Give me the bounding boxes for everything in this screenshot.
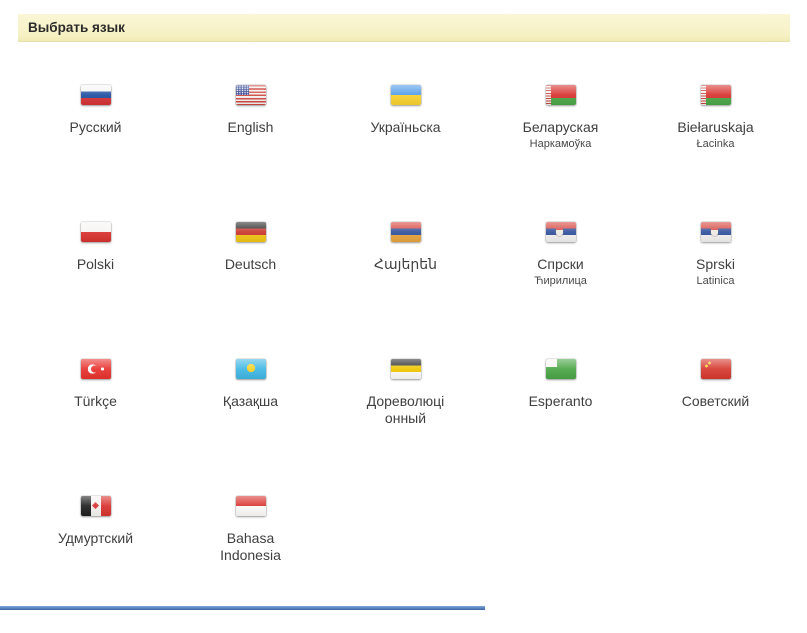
language-option-serbian-cyrillic[interactable]: Спрски Ћирилица xyxy=(483,222,638,359)
serbia-flag-icon xyxy=(545,222,576,242)
russia-flag-icon xyxy=(80,85,111,105)
language-option-russian[interactable]: Русский xyxy=(18,85,173,222)
language-label: Спрски xyxy=(537,256,584,272)
language-label: English xyxy=(227,119,274,135)
language-option-belarusian-lacinka[interactable]: Biełaruskaja Łacinka xyxy=(638,85,793,222)
language-label: Türkçe xyxy=(74,393,117,409)
ukraine-flag-icon xyxy=(390,85,421,105)
language-grid: Русский English Україньска Беларуская На… xyxy=(18,85,793,633)
language-label: Беларуская xyxy=(522,119,599,135)
language-option-udmurt[interactable]: Удмуртский xyxy=(18,496,173,633)
language-option-soviet[interactable]: Советский xyxy=(638,359,793,496)
language-select-header: Выбрать язык xyxy=(18,14,790,42)
language-sublabel: Latinica xyxy=(696,275,735,287)
language-label: Deutsch xyxy=(224,256,277,272)
language-option-belarusian-narkamouka[interactable]: Беларуская Наркамоўка xyxy=(483,85,638,222)
language-sublabel: Ћирилица xyxy=(534,275,587,287)
language-label: Дореволюці онный xyxy=(366,393,445,426)
page-title: Выбрать язык xyxy=(28,20,125,35)
soviet-flag-icon xyxy=(700,359,731,379)
language-label: Україньска xyxy=(370,119,441,135)
language-label: Қазақша xyxy=(222,393,279,409)
udmurtia-flag-icon xyxy=(80,496,111,516)
kazakhstan-flag-icon xyxy=(235,359,266,379)
language-label: Polski xyxy=(76,256,115,272)
language-option-serbian-latin[interactable]: Sprski Latinica xyxy=(638,222,793,359)
language-label: Հայերեն xyxy=(374,256,437,272)
language-label: Bahasa Indonesia xyxy=(220,530,281,563)
language-sublabel: Łacinka xyxy=(696,138,735,150)
language-option-turkish[interactable]: Türkçe xyxy=(18,359,173,496)
language-option-prerevolutionary[interactable]: Дореволюці онный xyxy=(328,359,483,496)
language-option-esperanto[interactable]: Esperanto xyxy=(483,359,638,496)
language-label: Biełaruskaja xyxy=(677,119,754,135)
language-label: Советский xyxy=(681,393,750,409)
language-option-kazakh[interactable]: Қазақша xyxy=(173,359,328,496)
language-label: Удмуртский xyxy=(57,530,134,546)
language-option-ukrainian[interactable]: Україньска xyxy=(328,85,483,222)
language-option-indonesian[interactable]: Bahasa Indonesia xyxy=(173,496,328,633)
language-option-polish[interactable]: Polski xyxy=(18,222,173,359)
armenia-flag-icon xyxy=(390,222,421,242)
usa-flag-icon xyxy=(235,85,266,105)
germany-flag-icon xyxy=(235,222,266,242)
belarus-flag-icon xyxy=(700,85,731,105)
language-option-german[interactable]: Deutsch xyxy=(173,222,328,359)
serbia-flag-icon xyxy=(700,222,731,242)
russian-empire-flag-icon xyxy=(390,359,421,379)
indonesia-flag-icon xyxy=(235,496,266,516)
language-label: Русский xyxy=(69,119,122,135)
language-sublabel: Наркамоўка xyxy=(529,138,592,150)
language-label: Sprski xyxy=(696,256,735,272)
belarus-flag-icon xyxy=(545,85,576,105)
turkey-flag-icon xyxy=(80,359,111,379)
esperanto-flag-icon xyxy=(545,359,576,379)
poland-flag-icon xyxy=(80,222,111,242)
language-label: Esperanto xyxy=(528,393,593,409)
bottom-blue-bar xyxy=(0,606,485,610)
language-option-english[interactable]: English xyxy=(173,85,328,222)
language-option-armenian[interactable]: Հայերեն xyxy=(328,222,483,359)
